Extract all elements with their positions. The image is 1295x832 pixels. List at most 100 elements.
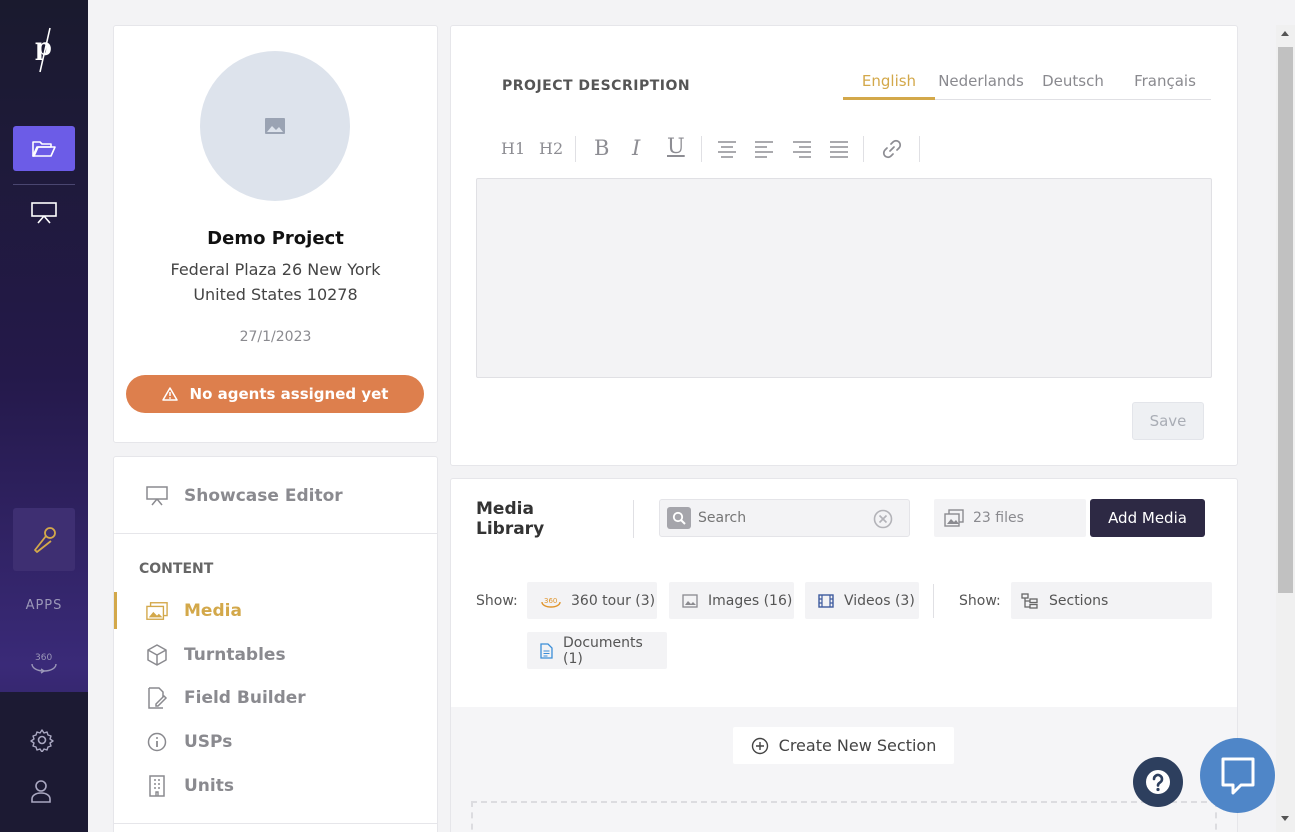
folder-open-icon [32,140,56,157]
scroll-thumb[interactable] [1278,47,1293,593]
description-editor[interactable] [476,178,1212,378]
scroll-up-arrow[interactable] [1281,31,1289,36]
media-library-title: Media Library [476,499,545,539]
search-icon [667,507,691,529]
filter-360-tour[interactable]: 360 360 tour (3) [527,582,657,619]
plus-circle-icon [751,737,768,754]
user-icon [31,780,51,803]
heading2-button[interactable]: H2 [539,139,563,158]
scroll-down-arrow[interactable] [1281,816,1289,821]
sections-area: Create New Section [451,707,1237,832]
tab-deutsch[interactable]: Deutsch [1027,66,1119,96]
document-icon [540,642,553,659]
save-button[interactable]: Save [1132,402,1204,440]
sections-label: Sections [1049,592,1109,609]
projects-nav-button[interactable] [13,126,75,171]
rail-divider [13,184,75,185]
filter-images[interactable]: Images (16) [669,582,794,619]
help-button[interactable] [1133,757,1183,807]
toolbar-divider [701,136,702,162]
nav-item-turntables[interactable]: Turntables [146,633,286,677]
cube-icon [146,644,168,666]
side-rail: p APPS 360 [0,0,88,832]
show-label: Show: [476,593,518,609]
clear-search-button[interactable] [873,509,893,529]
filter-documents[interactable]: Documents (1) [527,632,667,669]
filter-label: Videos (3) [844,592,915,609]
chat-widget-button[interactable] [1200,738,1275,813]
toolbar-divider [863,136,864,162]
nav-item-label: Units [184,776,234,796]
page-scrollbar[interactable] [1276,25,1295,832]
media-library-card: Media Library 23 files Add Media Show: 3… [450,478,1238,832]
nav-item-field-builder[interactable]: Field Builder [146,676,306,720]
italic-button[interactable]: I [632,136,640,160]
nav-item-label: Media [184,601,242,621]
warning-icon [161,387,178,401]
sections-view-toggle[interactable]: Sections [1011,582,1212,619]
insert-link-button[interactable] [881,138,903,160]
tab-francais[interactable]: Français [1119,66,1211,96]
showcase-editor-link[interactable]: Showcase Editor [146,474,343,518]
align-right-button[interactable] [792,140,812,158]
presentation-icon [31,202,57,224]
align-justify-button[interactable] [829,140,849,158]
align-center-button[interactable] [717,140,737,158]
active-indicator [114,592,117,629]
360-label: 360 [35,653,53,663]
toolbar-divider [575,136,576,162]
film-icon [818,593,834,608]
filter-videos[interactable]: Videos (3) [805,582,919,619]
align-center-icon [718,141,736,158]
add-media-button[interactable]: Add Media [1090,499,1205,537]
create-section-button[interactable]: Create New Section [733,727,954,764]
presentation-nav-button[interactable] [30,201,58,225]
filter-label: Documents (1) [562,634,643,667]
image-icon [682,593,698,608]
project-date: 27/1/2023 [239,329,312,345]
rail-lower-area [0,692,88,832]
language-tabs: English Nederlands Deutsch Français [843,66,1211,100]
close-circle-icon [873,509,893,529]
tab-english[interactable]: English [843,66,935,100]
heading1-button[interactable]: H1 [501,139,525,158]
nav-item-media[interactable]: Media [146,589,242,633]
nav-item-usps[interactable]: USPs [146,720,232,764]
underline-button[interactable]: U [667,134,685,158]
images-icon [944,509,964,527]
file-count-badge: 23 files [934,499,1086,537]
media-search[interactable] [659,499,910,537]
align-justify-icon [830,141,848,158]
section-dropzone[interactable] [471,801,1217,832]
settings-button[interactable] [30,728,54,752]
tab-nederlands[interactable]: Nederlands [935,66,1027,96]
show-label-2: Show: [959,593,1001,609]
link-icon [882,139,902,159]
profile-button[interactable] [30,779,52,803]
sections-tree-icon [1021,592,1038,609]
description-card: PROJECT DESCRIPTION English Nederlands D… [450,25,1238,466]
media-icon [146,600,168,622]
presentation-icon [146,485,168,507]
bold-button[interactable]: B [594,136,609,160]
showcase-editor-label: Showcase Editor [184,486,343,506]
360-tour-icon: 360 [541,597,561,608]
file-count-label: 23 files [973,510,1024,526]
logo-letter: p [35,32,52,61]
search-input[interactable] [698,501,868,535]
agents-warning-button[interactable]: No agents assigned yet [126,375,424,413]
microphone-nav-button[interactable] [13,508,75,571]
description-heading: PROJECT DESCRIPTION [502,78,691,94]
align-left-icon [755,141,773,158]
logo[interactable]: p [28,26,60,74]
align-left-button[interactable] [754,140,774,158]
nav-item-units[interactable]: Units [146,764,234,808]
building-icon [146,775,168,797]
project-nav-card: Showcase Editor CONTENT Media Turntables… [113,456,438,832]
nav-item-label: Turntables [184,645,286,665]
360-app-button[interactable]: 360 [29,652,59,674]
filter-label: Images (16) [708,592,793,609]
project-card: Demo Project Federal Plaza 26 New York U… [113,25,438,443]
align-right-icon [793,141,811,158]
project-avatar[interactable] [200,51,350,201]
